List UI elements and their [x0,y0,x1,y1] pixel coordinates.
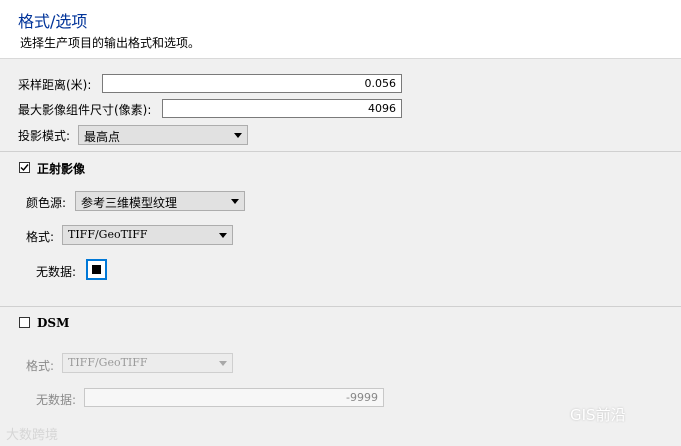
dsm-nodata-label: 无数据: [36,393,77,407]
divider [0,306,681,307]
sampling-distance-label: 采样距离(米): [18,78,92,92]
ortho-nodata-label: 无数据: [36,265,77,279]
header: 格式/选项 选择生产项目的输出格式和选项。 [0,0,681,59]
max-tile-size-label: 最大影像组件尺寸(像素): [18,103,152,117]
divider [0,151,681,152]
dsm-nodata-input[interactable]: -9999 [84,388,384,407]
projection-mode-label: 投影模式: [18,129,71,143]
checkmark-icon [20,164,29,172]
watermark-left: 大数跨境 [6,428,59,443]
chevron-down-icon [234,133,242,138]
color-source-value: 参考三维模型纹理 [81,196,178,210]
ortho-format-label: 格式: [26,230,55,244]
ortho-format-value: TIFF/GeoTIFF [68,228,148,241]
dsm-label: DSM [37,316,70,330]
watermark-right: GIS前沿 [570,406,626,424]
projection-mode-select[interactable]: 最高点 [78,125,248,145]
ortho-checkbox[interactable] [19,162,30,173]
dsm-checkbox[interactable] [19,317,30,328]
sampling-distance-input[interactable]: 0.056 [102,74,402,93]
dsm-format-label: 格式: [26,359,55,373]
projection-mode-value: 最高点 [84,130,121,144]
dsm-format-value: TIFF/GeoTIFF [68,356,148,369]
ortho-label: 正射影像 [37,162,86,176]
chevron-down-icon [219,361,227,366]
chevron-down-icon [231,199,239,204]
page-title: 格式/选项 [18,12,88,31]
color-source-select[interactable]: 参考三维模型纹理 [75,191,245,211]
ortho-format-select[interactable]: TIFF/GeoTIFF [62,225,233,245]
nodata-color-swatch [92,265,101,274]
max-tile-size-input[interactable]: 4096 [162,99,402,118]
dsm-format-select[interactable]: TIFF/GeoTIFF [62,353,233,373]
nodata-color-button[interactable] [86,259,107,280]
page-subtitle: 选择生产项目的输出格式和选项。 [20,36,201,50]
chevron-down-icon [219,233,227,238]
color-source-label: 颜色源: [26,196,67,210]
